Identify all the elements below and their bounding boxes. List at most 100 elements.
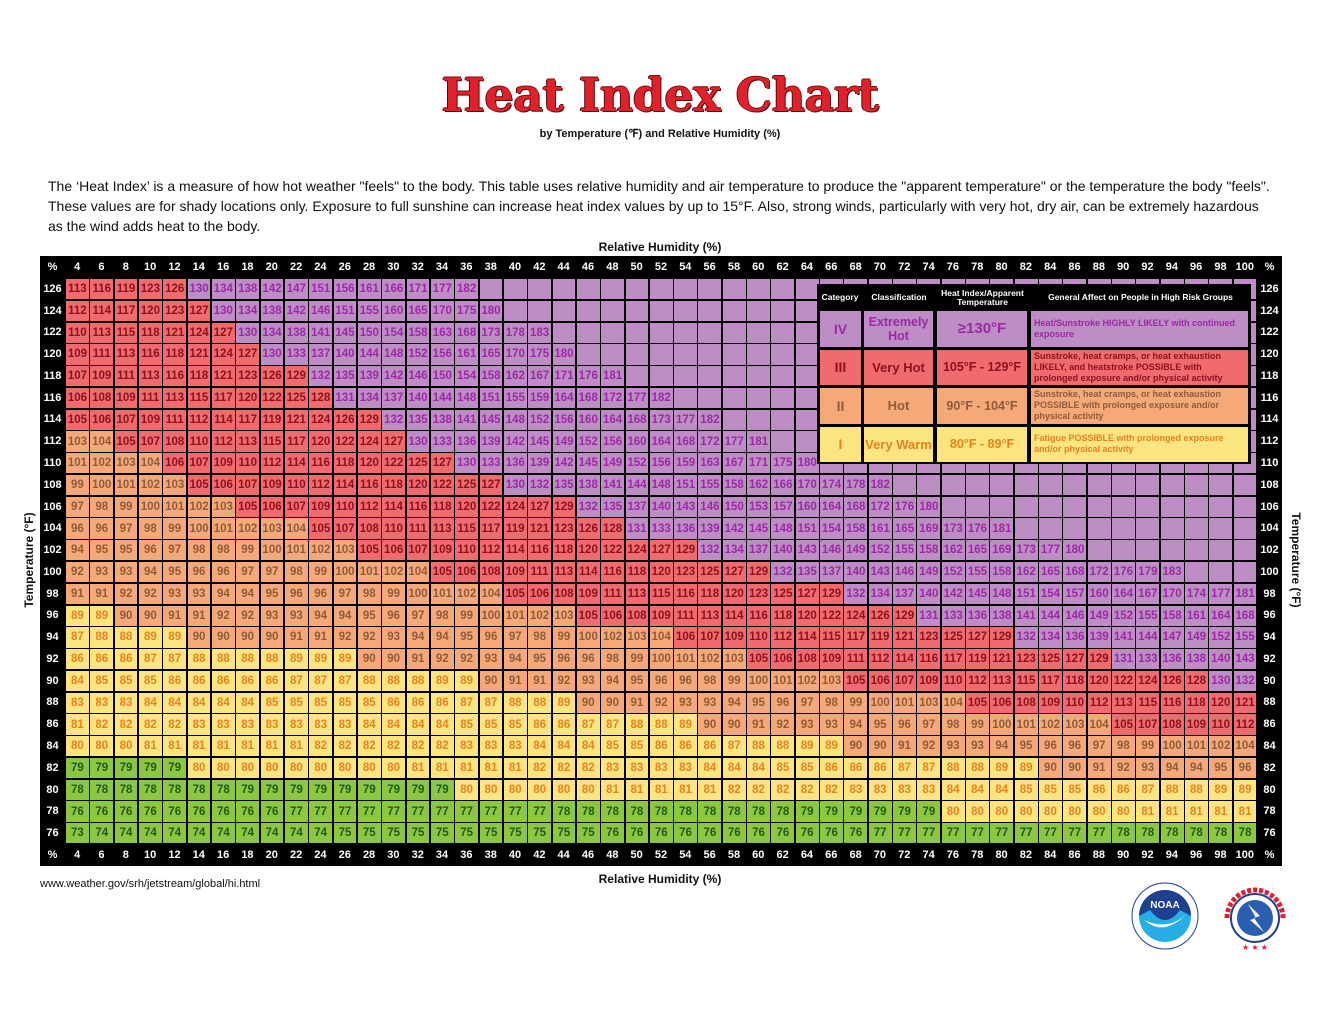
heat-index-cell: 81 [284, 736, 308, 757]
heat-index-cell: 118 [625, 562, 649, 583]
heat-index-cell: 130 [455, 453, 479, 474]
heat-index-cell: 77 [503, 801, 527, 822]
temperature-tick-label: 102 [43, 544, 62, 557]
heat-index-cell: 98 [90, 496, 114, 517]
heat-index-cell: 131 [625, 518, 649, 539]
y-axis-title-right: Temperature (°F) [1289, 512, 1303, 608]
heat-index-cell: 112 [260, 453, 284, 474]
heat-index-cell: 132 [771, 562, 795, 583]
heat-index-cell: 136 [966, 605, 989, 626]
heat-index-cell: 135 [552, 474, 576, 496]
heat-index-cell: 82 [163, 714, 187, 735]
humidity-tick-label: 70 [873, 849, 887, 861]
humidity-tick-label: 26 [338, 849, 351, 861]
heat-index-cell-empty [1233, 562, 1257, 583]
corner-label-bottom: % [1264, 849, 1275, 861]
heat-index-cell: 124 [309, 409, 333, 430]
heat-index-cell: 118 [1185, 692, 1208, 713]
heat-index-cell: 115 [649, 583, 673, 605]
heat-index-cell: 109 [90, 366, 114, 387]
heat-index-cell: 167 [1136, 583, 1160, 605]
heat-index-cell-empty [1209, 562, 1233, 583]
heat-index-cell: 182 [649, 387, 673, 409]
heat-index-cell: 149 [552, 431, 576, 452]
heat-index-cell: 87 [893, 757, 916, 779]
heat-index-cell: 76 [601, 823, 624, 844]
heat-index-cell: 111 [114, 366, 138, 387]
heat-index-cell: 133 [284, 344, 308, 365]
heat-index-cell: 77 [406, 801, 430, 822]
heat-index-cell: 146 [1063, 605, 1087, 626]
heat-index-cell: 85 [601, 736, 624, 757]
heat-index-cell: 80 [1014, 801, 1038, 822]
humidity-tick-label: 56 [703, 849, 716, 861]
heat-index-cell: 118 [333, 453, 357, 474]
heat-index-cell: 102 [698, 649, 722, 670]
heat-index-cell: 111 [163, 409, 187, 430]
humidity-tick-label: 100 [1235, 849, 1254, 861]
heat-index-cell: 78 [1185, 823, 1208, 844]
heat-index-cell: 116 [917, 649, 941, 670]
humidity-tick-label: 14 [192, 849, 205, 861]
heat-index-cell: 84 [138, 692, 162, 713]
heat-index-cell: 76 [260, 801, 284, 822]
humidity-tick-label: 38 [484, 849, 497, 861]
heat-index-cell: 107 [893, 670, 916, 692]
temperature-tick-label: 112 [1260, 435, 1279, 448]
heat-index-cell: 81 [138, 736, 162, 757]
heat-index-cell-empty [698, 387, 722, 409]
humidity-tick-label: 82 [1019, 849, 1033, 861]
heat-index-cell: 94 [211, 583, 235, 605]
heat-index-cell: 121 [528, 518, 552, 539]
heat-index-cell: 77 [966, 823, 989, 844]
heat-index-cell: 154 [820, 518, 843, 539]
heat-index-cell: 74 [187, 823, 211, 844]
heat-index-cell: 152 [528, 409, 552, 430]
heat-index-cell: 180 [1063, 540, 1087, 561]
heat-index-cell: 91 [90, 583, 114, 605]
heat-index-cell: 106 [601, 605, 624, 626]
heat-index-cell: 104 [649, 627, 673, 648]
heat-index-cell: 124 [187, 322, 211, 343]
heat-index-cell: 124 [625, 540, 649, 561]
heat-index-cell: 141 [455, 409, 479, 430]
heat-index-cell: 84 [576, 736, 600, 757]
heat-index-cell: 119 [868, 627, 892, 648]
heat-index-cell: 110 [941, 670, 965, 692]
heat-index-cell: 168 [576, 387, 600, 409]
heat-index-cell: 90 [114, 605, 138, 626]
heat-index-cell: 81 [187, 736, 211, 757]
heat-index-cell: 112 [187, 409, 211, 430]
heat-index-cell: 159 [528, 387, 552, 409]
legend-range: 90°F - 104°F [937, 388, 1027, 424]
heat-index-cell: 98 [430, 605, 454, 626]
heat-index-cell-empty [966, 496, 989, 517]
heat-index-cell: 137 [309, 344, 333, 365]
heat-index-cell-empty [479, 279, 503, 300]
heat-index-cell: 76 [698, 823, 722, 844]
heat-index-cell: 145 [479, 409, 503, 430]
heat-index-cell-empty [1112, 518, 1135, 539]
heat-index-cell: 127 [795, 583, 819, 605]
heat-index-cell: 134 [868, 583, 892, 605]
heat-index-cell: 98 [1112, 736, 1135, 757]
heat-index-cell: 161 [357, 279, 381, 300]
temperature-tick-label: 80 [1263, 783, 1276, 796]
heat-index-cell: 125 [406, 453, 430, 474]
humidity-tick-label: 40 [508, 261, 522, 273]
heat-index-cell-empty [722, 300, 746, 322]
heat-index-cell: 177 [1039, 540, 1062, 561]
heat-index-cell: 80 [260, 757, 284, 779]
heat-index-cell: 85 [333, 692, 357, 713]
heat-index-cell: 97 [795, 692, 819, 713]
legend-category: I [820, 426, 861, 462]
temperature-tick-label: 106 [1260, 500, 1279, 513]
heat-index-cell: 97 [260, 562, 284, 583]
humidity-tick-label: 74 [922, 849, 935, 861]
heat-index-cell-empty [1136, 496, 1160, 517]
heat-index-cell: 92 [649, 692, 673, 713]
heat-index-cell: 97 [236, 562, 260, 583]
heat-index-cell: 136 [674, 518, 697, 539]
heat-index-cell: 96 [552, 649, 576, 670]
heat-index-cell: 168 [625, 409, 649, 430]
